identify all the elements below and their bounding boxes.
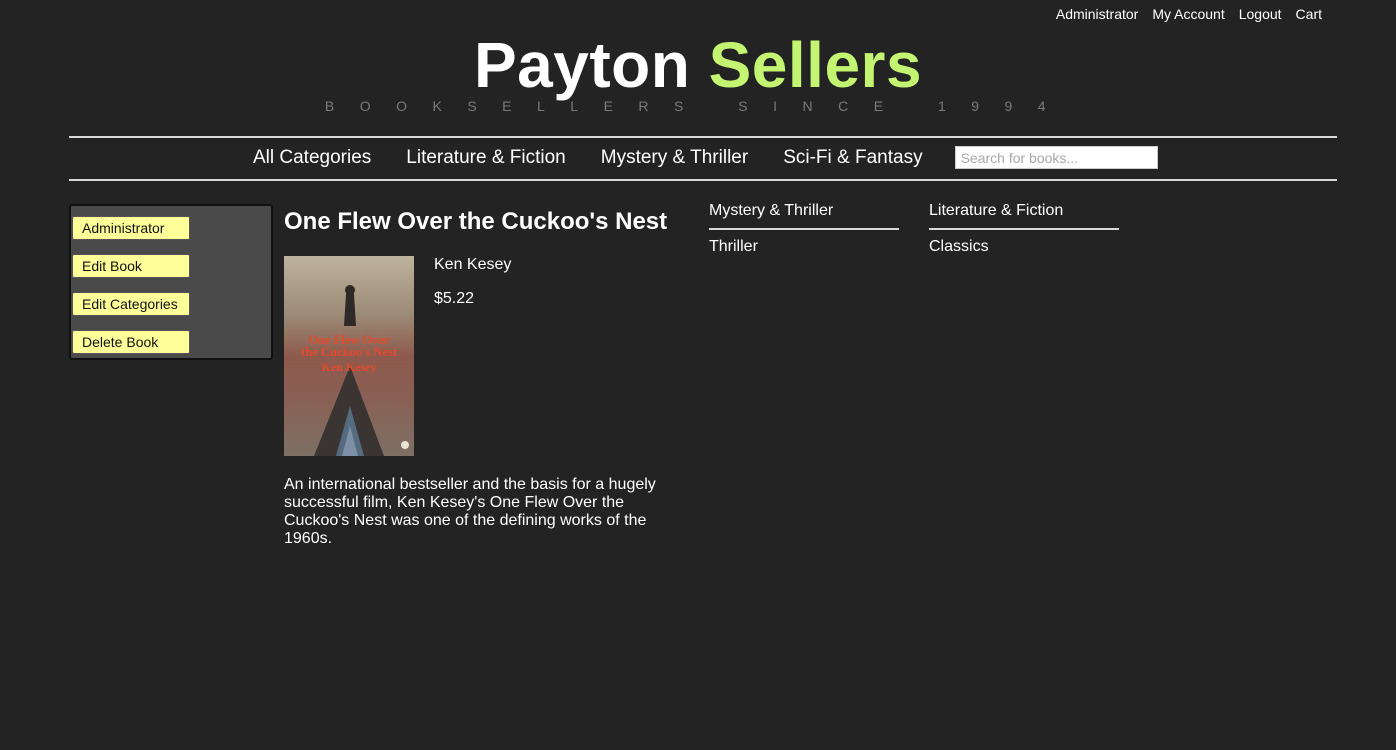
cover-title-line2: the Cuckoo's Nest — [301, 345, 398, 359]
site-tagline: BOOKSELLERS SINCE 1994 — [324, 98, 1072, 114]
category-navbar: All Categories Literature & Fiction Myst… — [69, 136, 1337, 181]
nav-mystery-thriller[interactable]: Mystery & Thriller — [601, 147, 748, 169]
book-cover-image: One Flew Over the Cuckoo's Nest Ken Kese… — [284, 256, 414, 456]
top-link-my-account[interactable]: My Account — [1152, 6, 1224, 22]
top-link-logout[interactable]: Logout — [1239, 6, 1282, 22]
cover-author: Ken Kesey — [322, 360, 377, 374]
book-price: $5.22 — [434, 290, 475, 307]
category-child-thriller[interactable]: Thriller — [709, 238, 899, 256]
book-title: One Flew Over the Cuckoo's Nest — [284, 208, 668, 235]
category-parent-mystery-thriller[interactable]: Mystery & Thriller — [709, 202, 899, 230]
search-input[interactable] — [954, 146, 1158, 169]
edit-categories-button[interactable]: Edit Categories — [72, 292, 190, 316]
top-link-administrator[interactable]: Administrator — [1056, 6, 1138, 22]
administrator-button[interactable]: Administrator — [72, 216, 190, 240]
site-title-second: Sellers — [708, 29, 923, 101]
site-title-first: Payton — [473, 29, 691, 101]
nav-all-categories[interactable]: All Categories — [253, 147, 371, 169]
publisher-logo-icon — [401, 441, 409, 449]
book-author: Ken Kesey — [434, 256, 512, 273]
site-brand: Payton Sellers BOOKSELLERS SINCE 1994 — [0, 28, 1396, 114]
top-link-cart[interactable]: Cart — [1296, 6, 1322, 22]
category-group: Literature & Fiction Classics — [929, 202, 1119, 256]
edit-book-button[interactable]: Edit Book — [72, 254, 190, 278]
category-parent-literature-fiction[interactable]: Literature & Fiction — [929, 202, 1119, 230]
site-title[interactable]: Payton Sellers — [0, 28, 1396, 102]
book-detail: One Flew Over the Cuckoo's Nest One Flew… — [284, 206, 684, 547]
category-group: Mystery & Thriller Thriller — [709, 202, 899, 256]
book-cover-art: One Flew Over the Cuckoo's Nest Ken Kese… — [284, 256, 414, 456]
nav-scifi-fantasy[interactable]: Sci-Fi & Fantasy — [783, 147, 922, 169]
top-links: Administrator My Account Logout Cart — [1056, 6, 1322, 22]
book-description: An international bestseller and the basi… — [284, 476, 656, 547]
category-child-classics[interactable]: Classics — [929, 238, 1119, 256]
nav-literature-fiction[interactable]: Literature & Fiction — [406, 147, 565, 169]
delete-book-button[interactable]: Delete Book — [72, 330, 190, 354]
admin-panel: Administrator Edit Book Edit Categories … — [69, 204, 273, 360]
